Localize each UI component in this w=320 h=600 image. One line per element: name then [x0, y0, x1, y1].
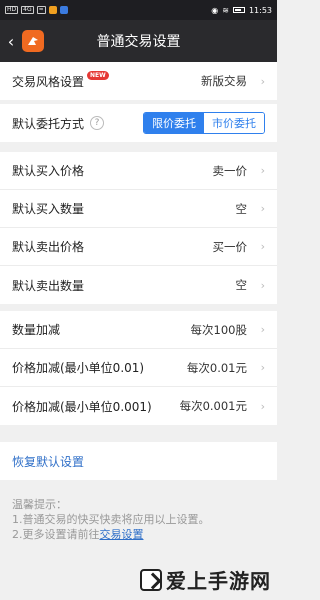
reset-row[interactable]: 恢复默认设置 [0, 442, 277, 480]
price-step-3dp-value: 每次0.001元 [179, 399, 247, 413]
qty-step-label: 数量加减 [12, 323, 61, 337]
sell-price-label: 默认卖出价格 [12, 240, 85, 254]
watermark-logo-icon [140, 568, 162, 591]
default-order-row: 默认委托方式 ? 限价委托 市价委托 [0, 104, 277, 142]
style-section: 交易风格设置 NEW 新版交易 › [0, 62, 277, 100]
status-icons: HD 4G ≈ [5, 6, 68, 14]
buy-qty-row[interactable]: 默认买入数量 空 › [0, 190, 277, 228]
tips-line-2-text: 2.更多设置请前往 [12, 528, 100, 541]
wifi-icon: ≋ [222, 5, 229, 15]
trade-settings-link[interactable]: 交易设置 [100, 528, 144, 541]
chevron-right-icon: › [260, 361, 265, 374]
title-bar: ‹ 普通交易设置 [0, 20, 277, 62]
chevron-right-icon: › [260, 399, 265, 413]
chevron-right-icon: › [260, 202, 265, 215]
price-step-2dp-label: 价格加减(最小单位0.01) [12, 361, 145, 375]
price-step-3dp-row[interactable]: 价格加减(最小单位0.001) 每次0.001元 › [0, 387, 277, 425]
sell-price-value: 买一价 [212, 239, 248, 254]
default-order-label: 默认委托方式 [12, 116, 85, 131]
battery-icon [232, 7, 245, 13]
back-button[interactable]: ‹ [0, 20, 22, 62]
chevron-right-icon: › [260, 164, 265, 177]
sell-qty-label: 默认卖出数量 [12, 278, 85, 293]
watermark-text: 爱上手游网 [166, 569, 271, 593]
buy-price-row[interactable]: 默认买入价格 卖一价 › [0, 152, 277, 190]
buy-qty-value: 空 [235, 201, 248, 216]
chevron-left-icon: ‹ [7, 31, 15, 51]
sell-qty-row[interactable]: 默认卖出数量 空 › [0, 266, 277, 304]
app-notification-icon-2 [59, 6, 68, 14]
chevron-right-icon: › [260, 278, 265, 292]
qty-step-row[interactable]: 数量加减 每次100股 › [0, 311, 277, 349]
price-step-3dp-label: 价格加减(最小单位0.001) [12, 399, 152, 414]
step-section: 数量加减 每次100股 › 价格加减(最小单位0.01) 每次0.01元 › 价… [0, 311, 277, 425]
order-type-toggle[interactable]: 限价委托 市价委托 [143, 112, 265, 134]
app-notification-icon [48, 6, 57, 14]
network-indicator: 4G [21, 6, 34, 14]
tips-line-1: 1.普通交易的快买快卖将应用以上设置。 [12, 513, 210, 526]
tips: 温馨提示： 1.普通交易的快买快卖将应用以上设置。 2.更多设置请前往交易设置 [12, 497, 267, 542]
market-order-option[interactable]: 市价委托 [204, 113, 264, 133]
price-step-2dp-row[interactable]: 价格加减(最小单位0.01) 每次0.01元 › [0, 349, 277, 387]
tips-line-2: 2.更多设置请前往交易设置 [12, 527, 267, 542]
buy-qty-label: 默认买入数量 [12, 202, 85, 216]
status-bar: HD 4G ≈ ◉ ≋ 11:53 [0, 0, 277, 20]
sell-qty-value: 空 [235, 278, 248, 292]
help-icon[interactable]: ? [90, 116, 105, 130]
eye-icon: ◉ [211, 5, 219, 15]
trade-style-label: 交易风格设置 [12, 74, 85, 89]
price-step-2dp-value: 每次0.01元 [186, 360, 247, 375]
chevron-right-icon: › [260, 74, 265, 88]
app-logo [22, 30, 44, 52]
buy-price-label: 默认买入价格 [12, 164, 85, 178]
watermark: 爱上手游网 [140, 565, 271, 594]
order-section: 默认委托方式 ? 限价委托 市价委托 [0, 104, 277, 142]
trade-style-row[interactable]: 交易风格设置 NEW 新版交易 › [0, 62, 277, 100]
sell-price-row[interactable]: 默认卖出价格 买一价 › [0, 228, 277, 266]
reset-section: 恢复默认设置 [0, 442, 277, 480]
new-badge: NEW [87, 70, 109, 80]
buy-price-value: 卖一价 [212, 163, 248, 178]
status-right: ◉ ≋ 11:53 [211, 6, 272, 15]
qty-step-value: 每次100股 [190, 322, 247, 337]
chevron-right-icon: › [260, 240, 265, 253]
trade-style-value: 新版交易 [201, 74, 247, 88]
limit-order-option[interactable]: 限价委托 [144, 113, 204, 133]
logo-mark-icon [28, 37, 38, 45]
clock: 11:53 [248, 5, 272, 15]
signal-indicator: ≈ [36, 6, 46, 14]
default-values-section: 默认买入价格 卖一价 › 默认买入数量 空 › 默认卖出价格 买一价 › 默认卖… [0, 152, 277, 304]
reset-defaults-link[interactable]: 恢复默认设置 [12, 453, 84, 470]
hd-indicator: HD [5, 6, 19, 14]
chevron-right-icon: › [260, 323, 265, 336]
tips-title: 温馨提示： [12, 498, 67, 511]
